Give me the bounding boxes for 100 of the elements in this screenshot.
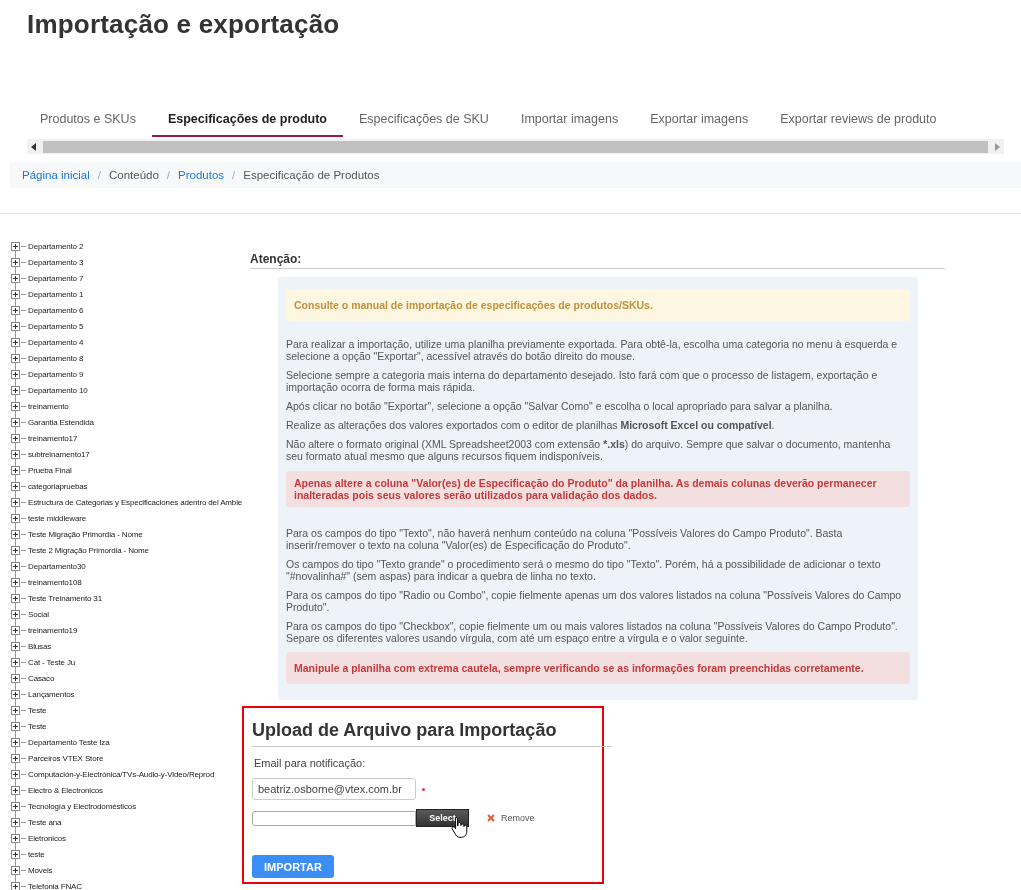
horizontal-scrollbar[interactable]: [27, 139, 1004, 154]
tree-item[interactable]: treinamento17: [28, 433, 78, 443]
scroll-left-icon[interactable]: [31, 142, 37, 151]
tree-item[interactable]: Departamento 7: [28, 273, 84, 283]
tree-item[interactable]: Departamento 8: [28, 353, 84, 363]
expand-icon[interactable]: [11, 529, 20, 539]
tree-item[interactable]: Prueba Final: [28, 465, 72, 475]
expand-icon[interactable]: [11, 753, 20, 763]
tree-item[interactable]: treinamento19: [28, 625, 78, 635]
expand-icon[interactable]: [11, 433, 20, 443]
tree-item[interactable]: Departamento Teste Iza: [28, 737, 110, 747]
section-heading: Atenção:: [250, 252, 945, 269]
tree-item[interactable]: Teste: [28, 721, 47, 731]
tree-item[interactable]: Departamento 9: [28, 369, 84, 379]
tab[interactable]: Especificações de produto: [151, 105, 343, 137]
tree-item[interactable]: Departamento 2: [28, 241, 84, 251]
tree-item[interactable]: Eletronicos: [28, 833, 66, 843]
tree-item[interactable]: Departamento 5: [28, 321, 84, 331]
tree-item[interactable]: Tecnología y Electrodomésticos: [28, 801, 136, 811]
expand-icon[interactable]: [11, 241, 20, 251]
expand-icon[interactable]: [11, 545, 20, 555]
expand-icon[interactable]: [11, 385, 20, 395]
tree-item[interactable]: Social: [28, 609, 49, 619]
tree-item[interactable]: Estructura de Categorias y Especificaciones adentro del Ambie: [28, 497, 243, 507]
tree-item[interactable]: Departamento 4: [28, 337, 84, 347]
tree-item[interactable]: Teste Migração Primordia - Nome: [28, 529, 143, 539]
expand-icon[interactable]: [11, 609, 20, 619]
tree-item[interactable]: Departamento30: [28, 561, 86, 571]
scrollbar-thumb[interactable]: [43, 140, 988, 153]
expand-icon[interactable]: [11, 481, 20, 491]
expand-icon[interactable]: [11, 705, 20, 715]
expand-icon[interactable]: [11, 369, 20, 379]
expand-icon[interactable]: [11, 769, 20, 779]
email-field[interactable]: beatriz.osborne@vtex.com.br: [252, 778, 416, 800]
expand-icon[interactable]: [11, 497, 20, 507]
expand-icon[interactable]: [11, 689, 20, 699]
tree-item[interactable]: categoriapruebas: [28, 481, 88, 491]
tree-item[interactable]: treinamento: [28, 401, 69, 411]
tree-item[interactable]: Teste: [28, 705, 47, 715]
expand-icon[interactable]: [11, 817, 20, 827]
tree-item[interactable]: Departamento 1: [28, 289, 84, 299]
tree-item[interactable]: teste: [28, 849, 45, 859]
tab[interactable]: Exportar imagens: [634, 105, 765, 137]
tab[interactable]: Exportar reviews de produto: [764, 105, 953, 137]
expand-icon[interactable]: [11, 465, 20, 475]
tab[interactable]: Importar imagens: [504, 105, 635, 137]
expand-icon[interactable]: [11, 737, 20, 747]
instruction-paragraph: Selecione sempre a categoria mais interna do departamento desejado. Isto fará com que o processo de listagem, exportação e importação ocorra de forma mais rápida.: [286, 369, 879, 393]
expand-icon[interactable]: [11, 801, 20, 811]
expand-icon[interactable]: [11, 305, 20, 315]
expand-icon[interactable]: [11, 641, 20, 651]
tree-item[interactable]: Lançamentos: [28, 689, 75, 699]
expand-icon[interactable]: [11, 321, 20, 331]
instruction-paragraph: Para realizar a importação, utilize uma planilha previamente exportada. Para obtê-la, escolha uma categoria no menu à esquerda e selecione a opção "Exportar", acessível através do botão direito do mouse.: [286, 338, 899, 362]
expand-icon[interactable]: [11, 881, 20, 890]
tree-item[interactable]: Departamento 3: [28, 257, 84, 267]
tab[interactable]: Produtos e SKUs: [24, 105, 152, 137]
expand-icon[interactable]: [11, 721, 20, 731]
expand-icon[interactable]: [11, 673, 20, 683]
expand-icon[interactable]: [11, 513, 20, 523]
expand-icon[interactable]: [11, 849, 20, 859]
tree-item[interactable]: Teste ana: [28, 817, 62, 827]
expand-icon[interactable]: [11, 417, 20, 427]
tree-item[interactable]: Electro & Electronicos: [28, 785, 103, 795]
remove-button[interactable]: Remove: [487, 813, 535, 823]
tree-item[interactable]: Telefonia FNAC: [28, 881, 82, 890]
expand-icon[interactable]: [11, 337, 20, 347]
expand-icon[interactable]: [11, 353, 20, 363]
expand-icon[interactable]: [11, 257, 20, 267]
tree-item[interactable]: Moveis: [28, 865, 53, 875]
tree-item[interactable]: Garantia Estendida: [28, 417, 94, 427]
tree-item[interactable]: treinamento108: [28, 577, 82, 587]
expand-icon[interactable]: [11, 657, 20, 667]
expand-icon[interactable]: [11, 449, 20, 459]
expand-icon[interactable]: [11, 289, 20, 299]
file-field[interactable]: [252, 810, 416, 826]
expand-icon[interactable]: [11, 833, 20, 843]
expand-icon[interactable]: [11, 561, 20, 571]
expand-icon[interactable]: [11, 577, 20, 587]
expand-icon[interactable]: [11, 401, 20, 411]
tree-item[interactable]: Cat - Teste Ju: [28, 657, 76, 667]
tree-item[interactable]: Computación-y-Electrónica/TVs-Audio-y-Video/Reprod: [28, 769, 215, 779]
tree-item[interactable]: Teste 2 Migração Primordia - Nome: [28, 545, 149, 555]
breadcrumb-link[interactable]: Página inicial: [22, 169, 90, 181]
tree-item[interactable]: subtreinamento17: [28, 449, 90, 459]
select-button[interactable]: Select: [416, 809, 469, 827]
tree-item[interactable]: teste middleware: [28, 513, 87, 523]
tree-item[interactable]: Departamento 6: [28, 305, 84, 315]
tree-item[interactable]: Departamento 10: [28, 385, 88, 395]
tree-item[interactable]: Blusas: [28, 641, 52, 651]
expand-icon[interactable]: [11, 785, 20, 795]
tree-item[interactable]: Parceiros VTEX Store: [28, 753, 104, 763]
expand-icon[interactable]: [11, 273, 20, 283]
expand-icon[interactable]: [11, 593, 20, 603]
tab[interactable]: Especificações de SKU: [342, 105, 505, 137]
expand-icon[interactable]: [11, 865, 20, 875]
expand-icon[interactable]: [11, 625, 20, 635]
tree-item[interactable]: Teste Treinamento 31: [28, 593, 102, 603]
tree-item[interactable]: Casaco: [28, 673, 55, 683]
breadcrumb-link[interactable]: Produtos: [178, 169, 225, 181]
